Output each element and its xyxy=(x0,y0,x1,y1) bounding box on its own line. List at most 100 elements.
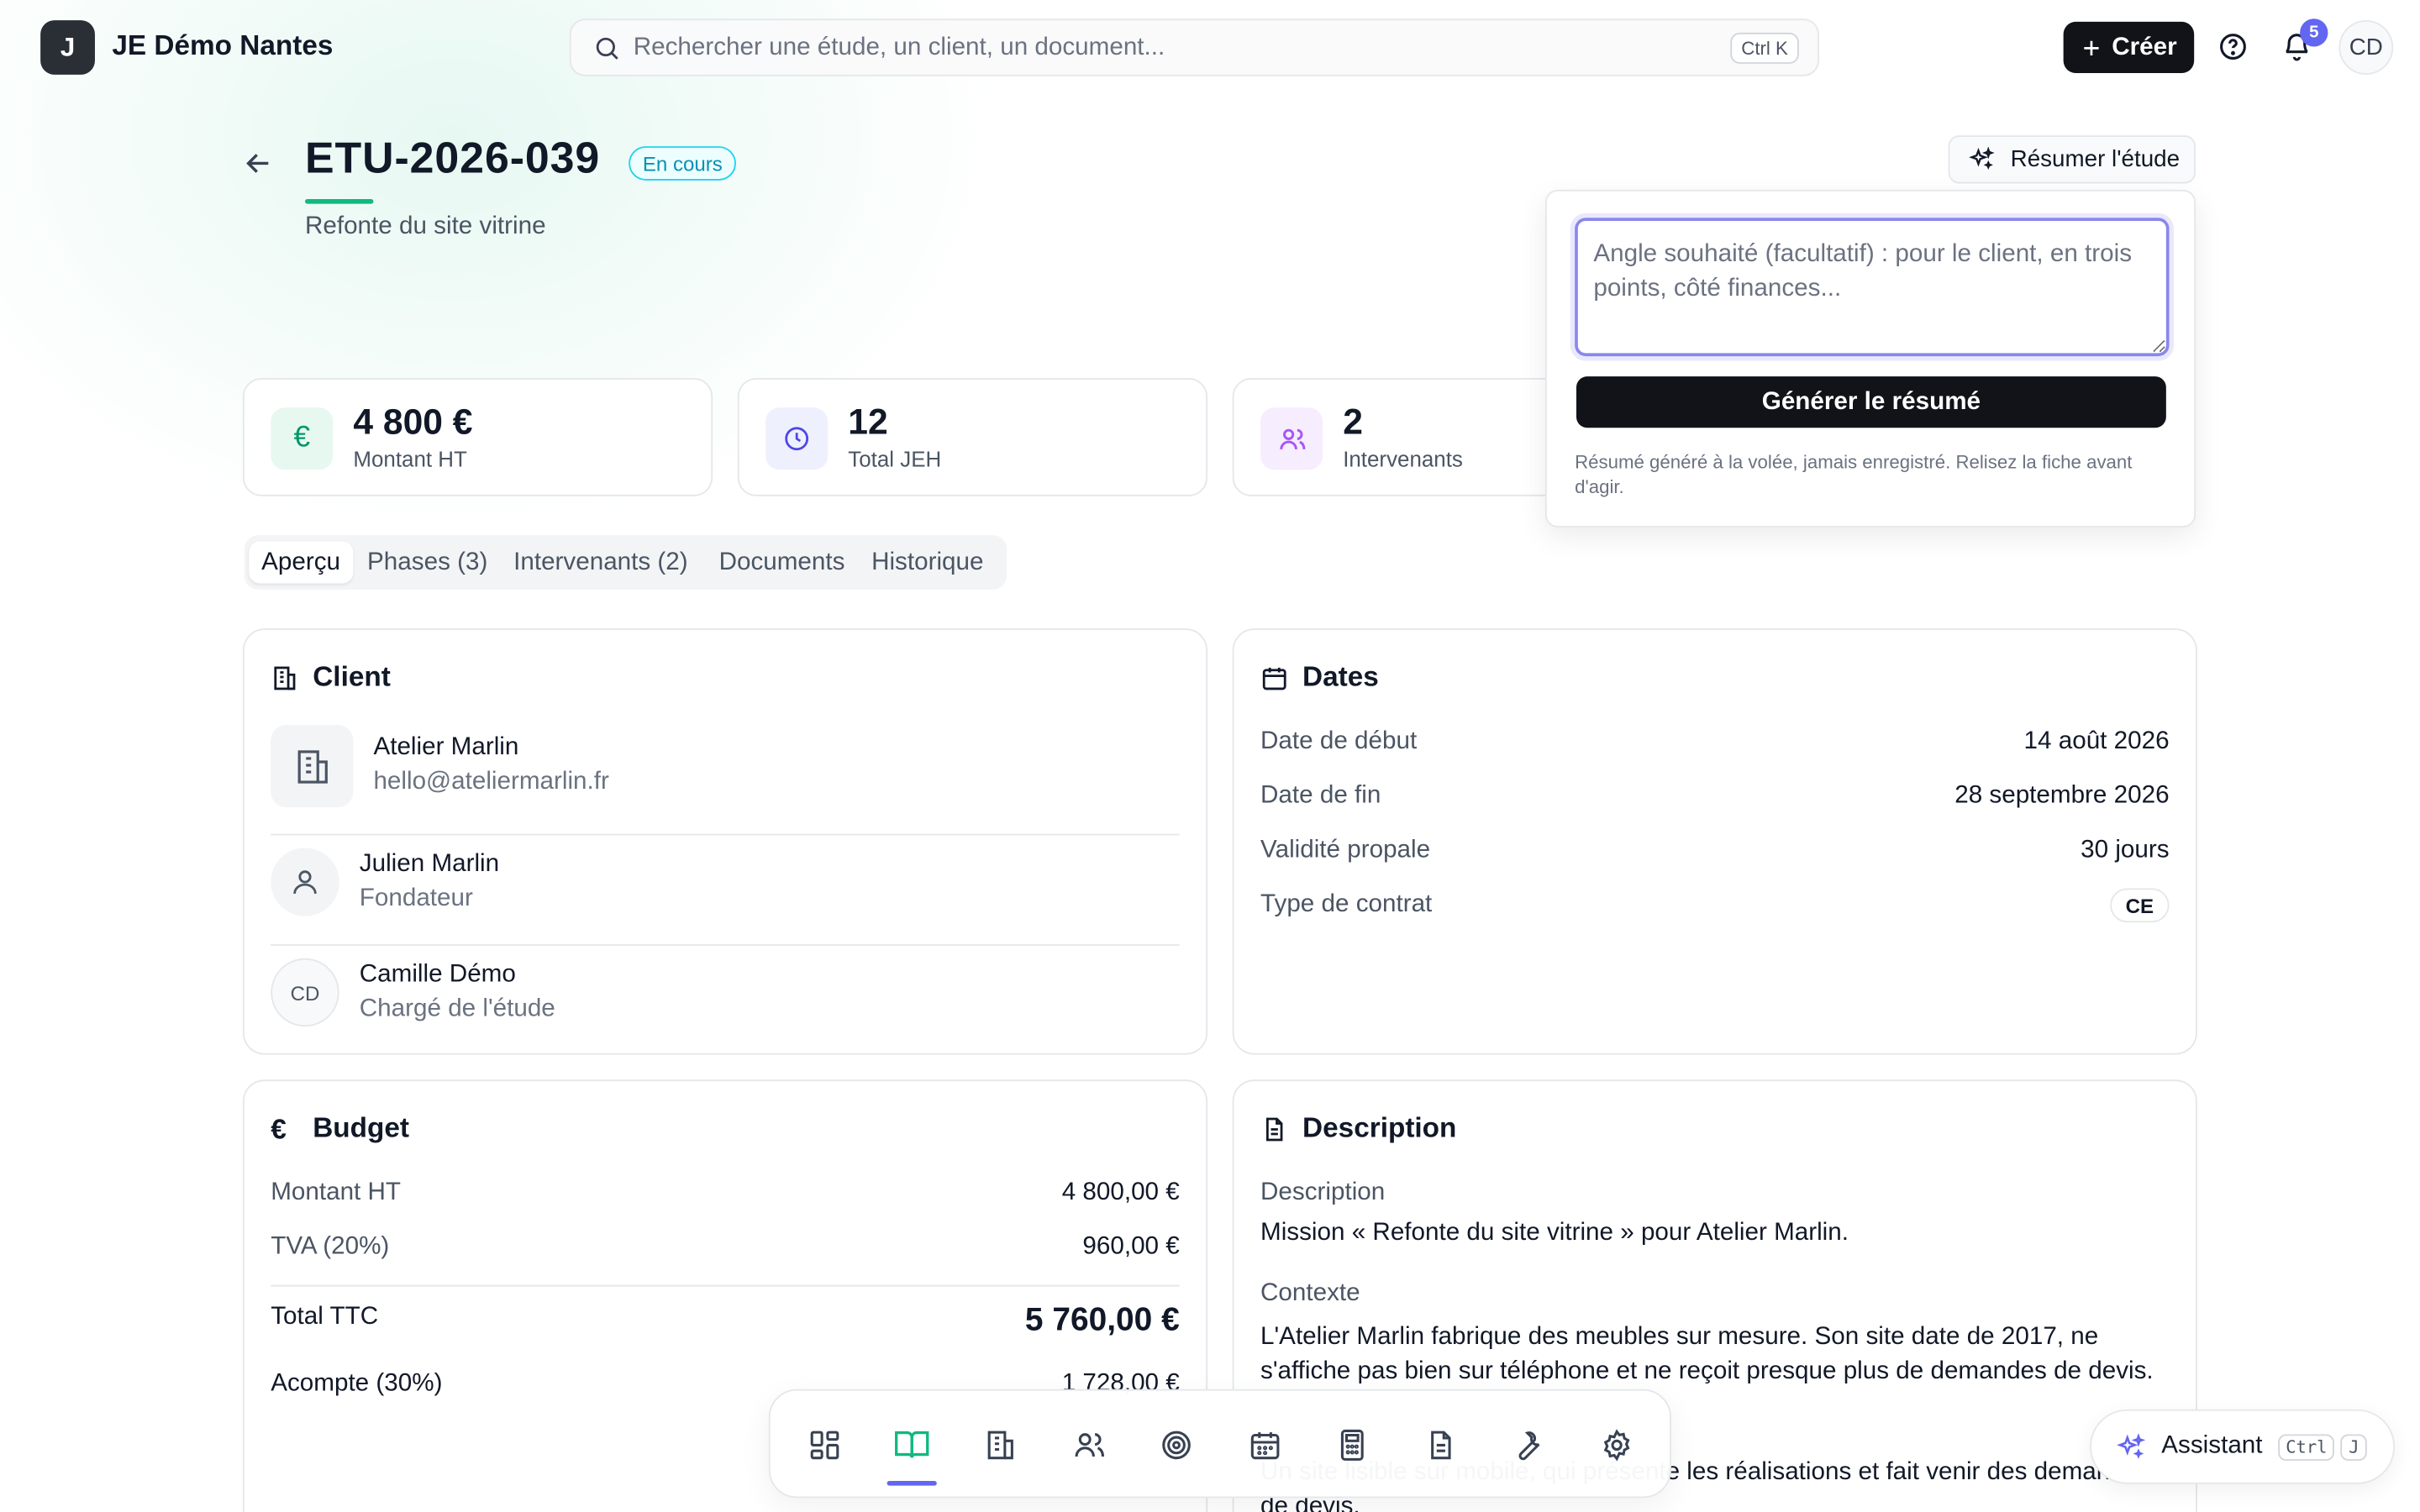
kpi-icon-box: € xyxy=(271,407,334,470)
owner-role: Chargé de l'étude xyxy=(359,995,555,1022)
company-name[interactable]: Atelier Marlin xyxy=(373,734,518,762)
euro-icon: € xyxy=(293,421,311,454)
context-text: L'Atelier Marlin fabrique des meubles su… xyxy=(1260,1323,2154,1385)
start-date-label: Date de début xyxy=(1260,727,1418,755)
ttc-label: Total TTC xyxy=(271,1303,379,1331)
contract-type-badge: CE xyxy=(2110,888,2170,923)
create-button[interactable]: Créer xyxy=(2063,21,2195,74)
validity-value: 30 jours xyxy=(2081,837,2170,864)
users-icon xyxy=(1075,1433,1104,1457)
dock-settings[interactable] xyxy=(1593,1422,1640,1469)
owner-name[interactable]: Camille Démo xyxy=(360,961,516,989)
building-icon xyxy=(987,1431,1013,1460)
context-label: Contexte xyxy=(1260,1280,1360,1307)
acompte-label: Acompte (30%) xyxy=(271,1370,443,1398)
assistant-button[interactable]: Assistant Ctrl J xyxy=(2090,1409,2396,1484)
resume-button[interactable]: Résumer l'étude xyxy=(1948,135,2196,184)
create-label: Créer xyxy=(2112,33,2177,60)
ttc-value: 5 760,00 € xyxy=(1024,1302,1180,1338)
divider xyxy=(271,944,1180,946)
owner-avatar: CD xyxy=(271,958,339,1027)
card-title: Description xyxy=(1302,1112,1457,1144)
contact-name[interactable]: Julien Marlin xyxy=(360,851,499,879)
kpi-icon-box xyxy=(765,407,829,470)
help-button[interactable] xyxy=(2210,24,2257,71)
settings-icon xyxy=(1603,1429,1630,1462)
dock-members[interactable] xyxy=(1066,1422,1113,1469)
dashboard-icon xyxy=(810,1431,839,1460)
calendar-icon xyxy=(1250,1432,1280,1460)
target-icon xyxy=(1162,1431,1191,1460)
tab-documents[interactable]: Documents xyxy=(707,541,857,583)
dock-clients[interactable] xyxy=(977,1422,1024,1469)
company-avatar xyxy=(271,724,354,808)
assistant-label: Assistant xyxy=(2161,1432,2263,1460)
dock-studies[interactable] xyxy=(888,1422,935,1469)
card-title: Client xyxy=(313,661,391,693)
dates-card: Dates Date de début 14 août 2026 Date de… xyxy=(1232,628,2197,1055)
kpi-card-jeh: 12 Total JEH xyxy=(737,378,1208,496)
back-button[interactable] xyxy=(241,146,276,181)
search-bar[interactable]: Ctrl K xyxy=(569,18,1819,76)
sparkles-icon xyxy=(1969,146,1995,170)
clock-icon xyxy=(785,427,809,451)
document-icon xyxy=(1431,1431,1451,1460)
angle-input[interactable] xyxy=(1575,218,2170,357)
kpi-label: Total JEH xyxy=(848,446,942,472)
tab-historique[interactable]: Historique xyxy=(859,541,996,583)
building-icon xyxy=(297,749,327,783)
page: J JE Démo Nantes Ctrl K Créer 5 CD ETU-2… xyxy=(0,0,2420,1512)
euro-icon: € xyxy=(271,1113,287,1145)
tab-phases[interactable]: Phases (3) xyxy=(355,541,500,583)
company-email[interactable]: hello@ateliermarlin.fr xyxy=(373,769,608,796)
document-icon xyxy=(1265,1117,1283,1142)
generate-summary-button[interactable]: Générer le résumé xyxy=(1576,376,2166,428)
sparkles-icon xyxy=(2117,1432,2146,1458)
notifications-badge: 5 xyxy=(2300,18,2328,47)
kpi-label: Montant HT xyxy=(353,446,467,472)
building-icon xyxy=(274,666,296,690)
tab-intervenants[interactable]: Intervenants (2) xyxy=(501,541,700,583)
org-name[interactable]: JE Démo Nantes xyxy=(112,29,333,62)
validity-label: Validité propale xyxy=(1260,837,1431,864)
arrow-left-icon xyxy=(246,154,269,173)
title-accent xyxy=(304,199,374,204)
kpi-icon-box xyxy=(1260,407,1323,470)
popover-note: Résumé généré à la volée, jamais enregis… xyxy=(1575,451,2133,498)
ht-value: 4 800,00 € xyxy=(1061,1179,1180,1206)
divider xyxy=(271,1284,1180,1287)
topbar: J JE Démo Nantes Ctrl K Créer 5 CD xyxy=(0,0,2420,97)
dock-documents[interactable] xyxy=(1418,1422,1465,1469)
contact-avatar xyxy=(271,848,339,916)
plus-icon xyxy=(2084,39,2099,55)
dock-tools[interactable] xyxy=(1505,1422,1552,1469)
user-icon xyxy=(293,870,317,895)
resume-label: Résumer l'étude xyxy=(2010,146,2181,173)
users-icon xyxy=(1279,428,1305,449)
card-title: Dates xyxy=(1302,661,1379,693)
tab-bar: Aperçu Phases (3) Intervenants (2) Docum… xyxy=(244,535,1007,590)
dock-dashboard[interactable] xyxy=(802,1422,849,1469)
page-subtitle: Refonte du site vitrine xyxy=(304,213,546,240)
dock-calendar[interactable] xyxy=(1242,1422,1289,1469)
dock-prospection[interactable] xyxy=(1153,1422,1200,1469)
contract-type-label: Type de contrat xyxy=(1260,891,1433,918)
tva-value: 960,00 € xyxy=(1082,1233,1180,1261)
tab-apercu[interactable]: Aperçu xyxy=(249,541,353,584)
contact-role: Fondateur xyxy=(359,885,473,912)
user-avatar[interactable]: CD xyxy=(2338,20,2394,75)
desc-label: Description xyxy=(1260,1179,1386,1206)
card-title: Budget xyxy=(313,1112,410,1144)
kpi-value: 2 xyxy=(1343,401,1363,442)
divider xyxy=(271,833,1180,836)
tva-label: TVA (20%) xyxy=(271,1233,390,1261)
calendar-icon xyxy=(1262,667,1286,690)
status-badge: En cours xyxy=(629,146,737,181)
dock-accounting[interactable] xyxy=(1329,1422,1376,1469)
ht-label: Montant HT xyxy=(271,1179,402,1206)
org-logo[interactable]: J xyxy=(40,20,95,75)
end-date-value: 28 septembre 2026 xyxy=(1954,782,2170,809)
assistant-shortcut-ctrl: Ctrl xyxy=(2278,1433,2335,1461)
search-input[interactable] xyxy=(633,33,1692,62)
kpi-card-amount: € 4 800 € Montant HT xyxy=(242,378,713,496)
